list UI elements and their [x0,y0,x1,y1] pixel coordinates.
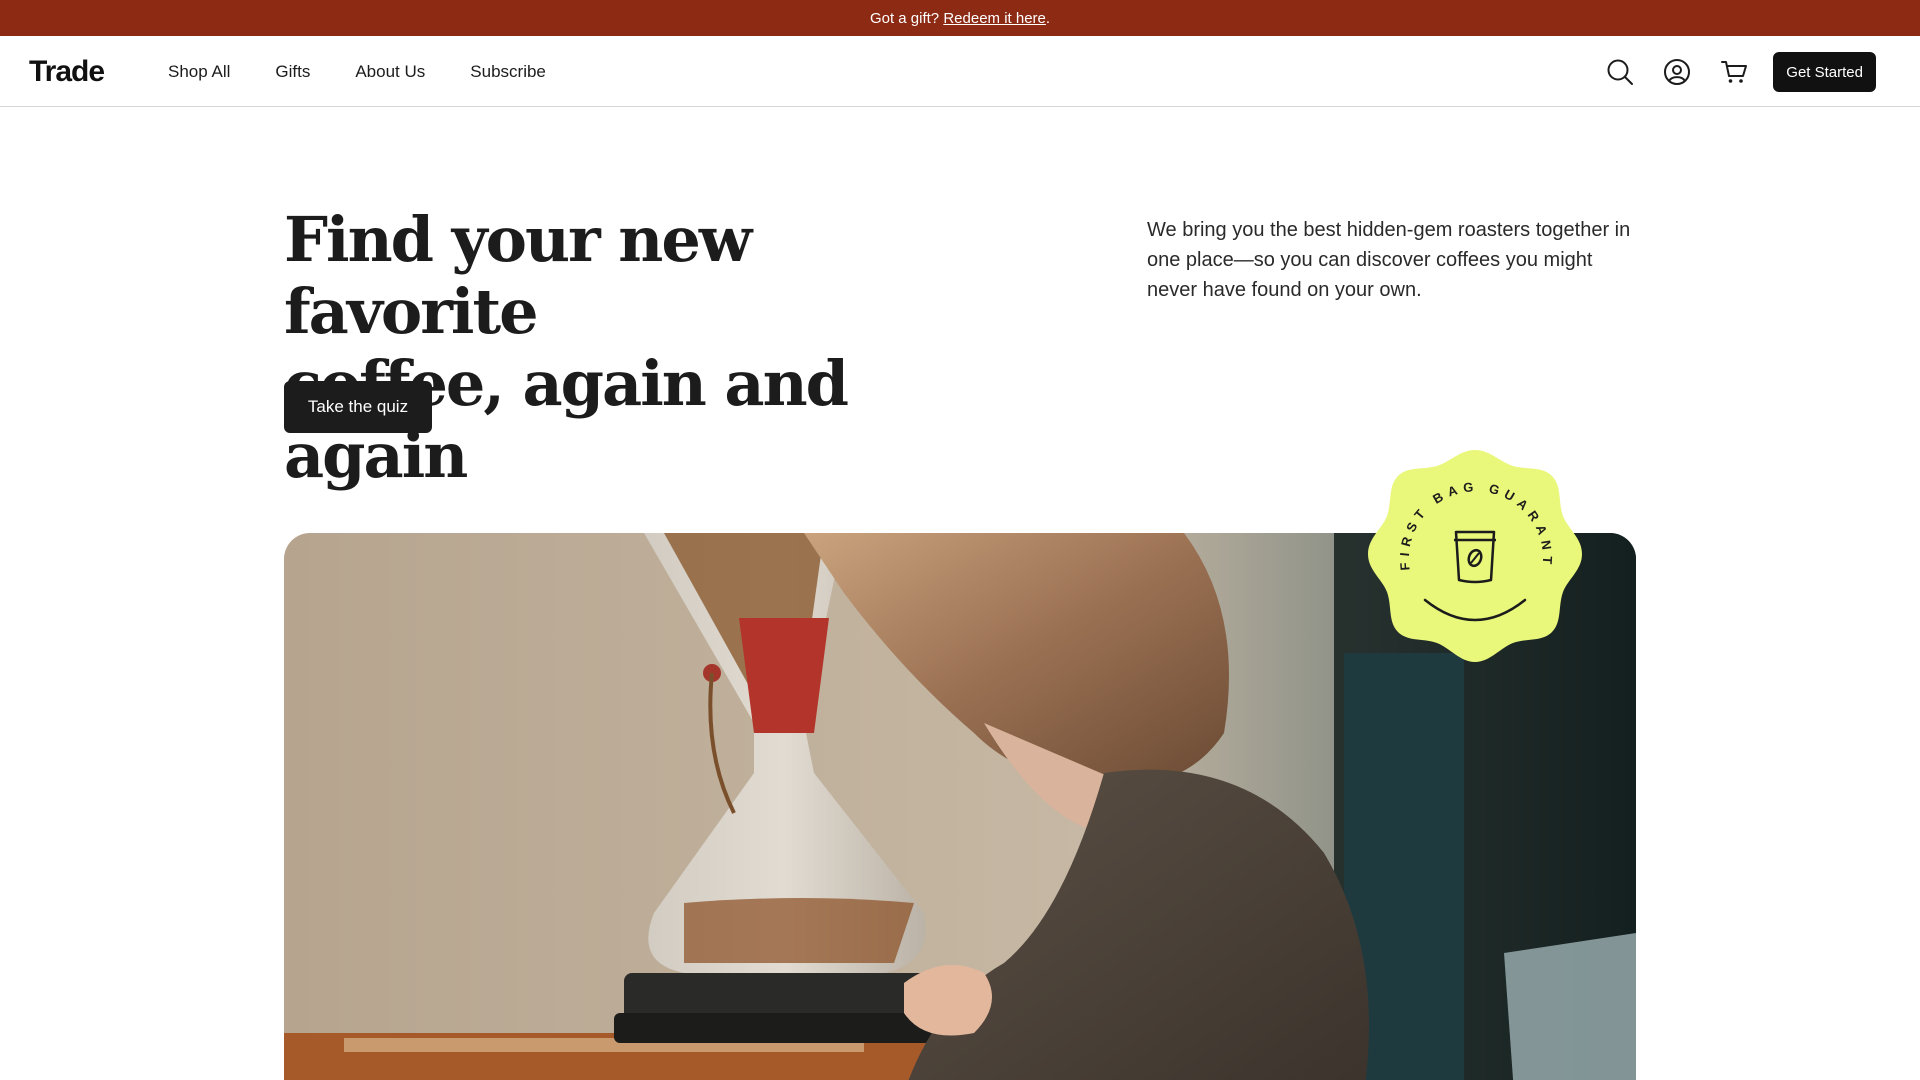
announcement-bar: Got a gift? Redeem it here. [0,0,1920,36]
get-started-button[interactable]: Get Started [1773,52,1876,92]
account-icon [1664,59,1691,85]
cart-icon [1721,61,1748,83]
hero-title: Find your new favorite coffee, again and… [284,204,1004,492]
account-button[interactable] [1659,54,1695,90]
logo[interactable]: Trade [29,55,105,89]
first-bag-guaranteed-badge: FIRST BAG GUARANTEED [1343,418,1600,680]
search-button[interactable] [1602,54,1638,90]
nav-link-gifts[interactable]: Gifts [275,62,310,82]
search-icon [1607,59,1634,85]
nav-links: Shop All Gifts About Us Subscribe [168,36,591,107]
nav-link-shop-all[interactable]: Shop All [168,62,230,82]
hero-title-line-1: Find your new favorite [284,203,752,348]
nav-actions: Get Started [1602,52,1876,92]
nav-link-subscribe[interactable]: Subscribe [470,62,546,82]
cart-button[interactable] [1716,54,1752,90]
announcement-text: Got a gift? [869,9,940,27]
main-nav: Trade Shop All Gifts About Us Subscribe [0,36,1920,107]
announcement-suffix: . [1045,9,1051,27]
nav-link-about-us[interactable]: About Us [355,62,425,82]
redeem-link[interactable]: Redeem it here [943,10,1046,27]
take-quiz-button[interactable]: Take the quiz [284,381,432,433]
badge-graphic: FIRST BAG GUARANTEED [1343,418,1582,662]
hero-description: We bring you the best hidden-gem roaster… [1147,219,1631,301]
